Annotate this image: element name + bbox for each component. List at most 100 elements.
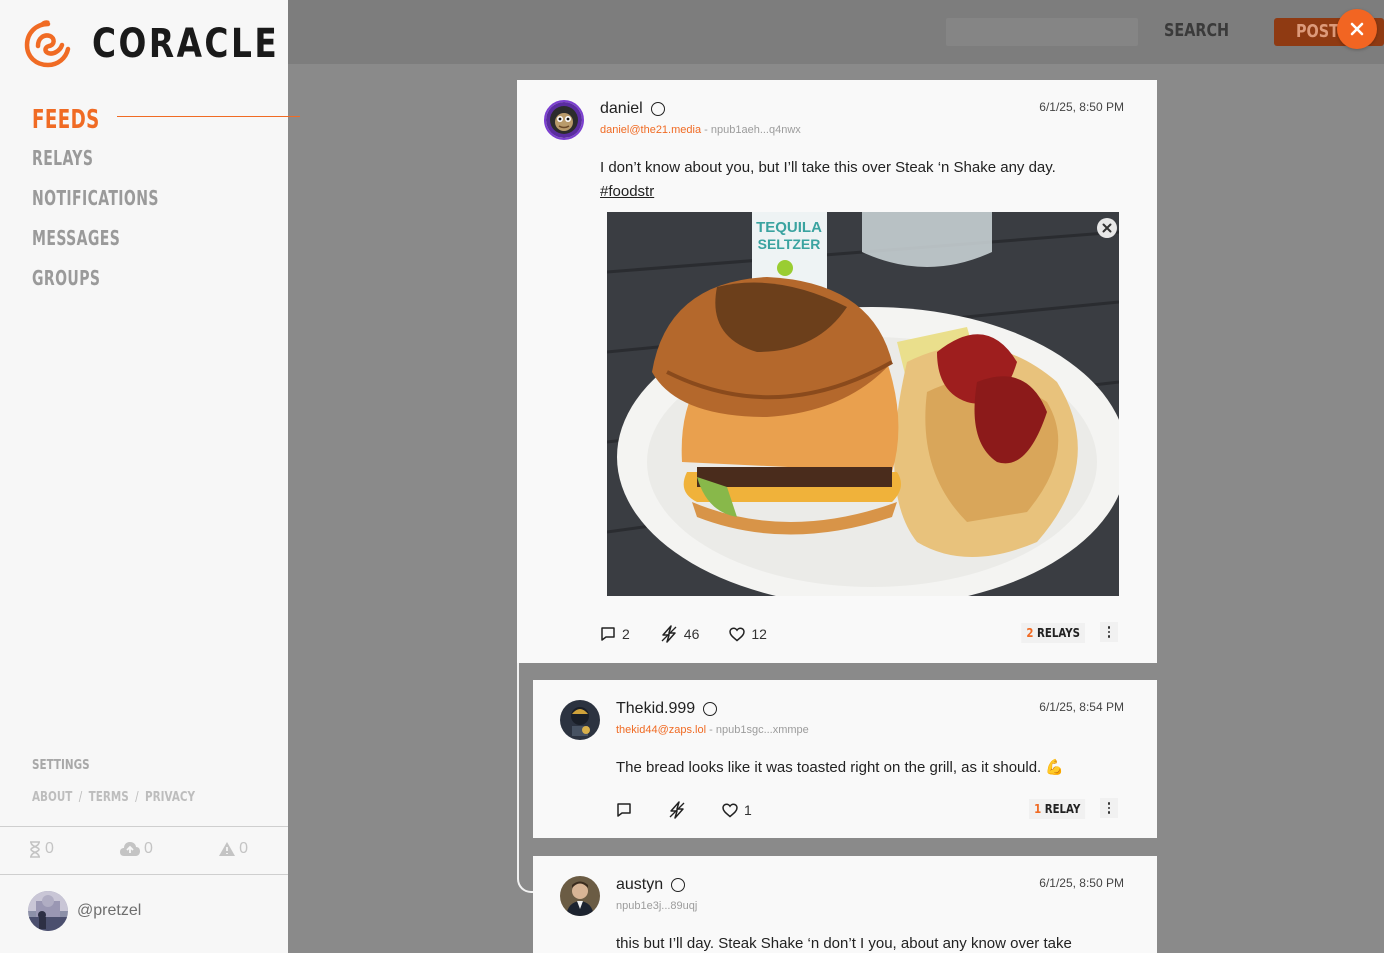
heart-icon — [729, 626, 746, 641]
npub[interactable]: npub1aeh...q4nwx — [711, 124, 801, 136]
like-button[interactable]: 1 — [722, 802, 752, 818]
note-timestamp[interactable]: 6/1/25, 8:50 PM — [1039, 876, 1124, 890]
npub[interactable]: npub1e3j...89uqj — [616, 900, 697, 912]
sidebar: CORACLE FEEDS RELAYS NOTIFICATIONS MESSA… — [0, 0, 300, 953]
active-nav-underline — [117, 116, 300, 117]
pending-stat[interactable]: 0 — [28, 840, 54, 858]
note-timestamp[interactable]: 6/1/25, 8:50 PM — [1039, 100, 1124, 114]
npub[interactable]: npub1sgc...xmmpe — [716, 724, 809, 736]
about-link[interactable]: ABOUT — [32, 790, 72, 805]
author-avatar[interactable] — [560, 876, 600, 916]
note-text: The bread looks like it was toasted righ… — [616, 759, 1065, 776]
link-separator: / — [78, 790, 83, 805]
note-text: I don’t know about you, but I’ll take th… — [600, 159, 1056, 176]
note-image[interactable]: TEQUILA SELTZER — [607, 212, 1119, 596]
author-name: Thekid.999 — [616, 700, 696, 717]
comment-icon — [601, 627, 615, 641]
id-separator: - — [709, 724, 716, 736]
terms-link[interactable]: TERMS — [89, 790, 129, 805]
nav-item-notifications[interactable]: NOTIFICATIONS — [32, 178, 159, 218]
close-button[interactable] — [1337, 9, 1377, 49]
nav-item-relays[interactable]: RELAYS — [32, 138, 159, 178]
note-header: Thekid.999 thekid44@zaps.lol - npub1sgc.… — [560, 700, 809, 740]
note-card[interactable]: Thekid.999 thekid44@zaps.lol - npub1sgc.… — [533, 680, 1157, 838]
settings-link[interactable]: SETTINGS — [32, 758, 90, 773]
remove-image-button[interactable] — [1097, 218, 1117, 238]
like-count: 12 — [751, 626, 767, 642]
zap-button[interactable] — [668, 801, 692, 819]
publish-count: 0 — [144, 840, 153, 857]
sidebar-divider — [0, 826, 288, 827]
like-button[interactable]: 12 — [729, 626, 767, 642]
author-name-row[interactable]: austyn — [616, 876, 697, 894]
can-label-1: TEQUILA — [756, 219, 822, 236]
follow-status-icon — [703, 702, 718, 716]
search-button[interactable]: SEARCH — [1164, 20, 1229, 41]
status-stats: 0 0 0 — [28, 840, 268, 858]
nip05-address[interactable]: thekid44@zaps.lol — [616, 724, 706, 736]
error-count: 0 — [239, 840, 248, 857]
nav-item-messages[interactable]: MESSAGES — [32, 218, 159, 258]
follow-status-icon — [650, 102, 665, 116]
privacy-link[interactable]: PRIVACY — [145, 790, 195, 805]
publish-stat[interactable]: 0 — [119, 840, 153, 858]
follow-status-icon — [671, 878, 686, 892]
nip05-address[interactable]: daniel@the21.media — [600, 124, 701, 136]
note-card[interactable]: daniel daniel@the21.media - npub1aeh...q… — [517, 80, 1157, 663]
coracle-logo-icon — [24, 20, 71, 68]
thread-connector — [517, 663, 533, 893]
zap-button[interactable]: 46 — [660, 625, 700, 643]
author-name: austyn — [616, 876, 664, 893]
hashtag-link[interactable]: #foodstr — [600, 183, 654, 200]
note-text: this but I’ll day. Steak Shake ‘n don’t … — [616, 935, 1072, 952]
pending-count: 0 — [45, 840, 54, 857]
author-name-row[interactable]: Thekid.999 — [616, 700, 809, 718]
user-profile[interactable]: @pretzel — [28, 891, 141, 931]
close-icon — [1102, 223, 1112, 233]
zap-count: 46 — [683, 626, 700, 642]
warning-icon — [219, 842, 236, 856]
relay-count: 2 — [1026, 626, 1034, 640]
burger-photo: TEQUILA SELTZER — [607, 212, 1119, 596]
author-avatar[interactable] — [544, 100, 584, 140]
relays-badge[interactable]: 1 RELAY — [1028, 799, 1085, 819]
note-card[interactable]: austyn npub1e3j...89uqj 6/1/25, 8:50 PM … — [533, 856, 1157, 953]
more-options-button[interactable] — [1100, 622, 1118, 642]
relay-count: 1 — [1033, 802, 1041, 816]
sidebar-divider — [0, 874, 288, 875]
note-timestamp[interactable]: 6/1/25, 8:54 PM — [1039, 700, 1124, 714]
legal-links: ABOUT / TERMS / PRIVACY — [32, 790, 195, 805]
error-stat[interactable]: 0 — [218, 840, 248, 858]
reply-button[interactable]: 2 — [600, 626, 630, 642]
author-info: daniel daniel@the21.media - npub1aeh...q… — [600, 100, 801, 136]
more-options-button[interactable] — [1100, 798, 1118, 818]
comment-icon — [617, 803, 631, 817]
brand-name: CORACLE — [92, 21, 280, 67]
user-avatar — [28, 891, 68, 931]
author-identifiers: daniel@the21.media - npub1aeh...q4nwx — [600, 124, 801, 136]
hourglass-icon — [30, 840, 40, 858]
note-content: I don’t know about you, but I’ll take th… — [600, 156, 1120, 204]
link-separator: / — [135, 790, 139, 805]
user-handle: @pretzel — [77, 902, 142, 919]
author-identifiers: thekid44@zaps.lol - npub1sgc...xmmpe — [616, 724, 809, 736]
top-bar: SEARCH POST + — [288, 0, 1384, 64]
author-avatar[interactable] — [560, 700, 600, 740]
author-name-row[interactable]: daniel — [600, 100, 801, 118]
nav-item-groups[interactable]: GROUPS — [32, 258, 159, 298]
search-input[interactable] — [946, 18, 1138, 46]
logo[interactable]: CORACLE — [22, 18, 320, 70]
zap-icon — [661, 625, 677, 643]
reply-count: 2 — [622, 626, 630, 642]
main-nav: FEEDS RELAYS NOTIFICATIONS MESSAGES GROU… — [32, 102, 195, 298]
nav-item-feeds[interactable]: FEEDS — [32, 102, 159, 138]
relays-badge[interactable]: 2 RELAYS — [1021, 623, 1085, 643]
reply-button[interactable] — [616, 802, 638, 818]
relay-label: RELAY — [1044, 802, 1080, 816]
note-actions: 2 46 12 — [600, 625, 767, 643]
note-header: austyn npub1e3j...89uqj — [560, 876, 697, 916]
id-separator: - — [704, 124, 711, 136]
author-info: austyn npub1e3j...89uqj — [616, 876, 697, 912]
settings-link-wrap: SETTINGS — [32, 758, 104, 773]
author-name: daniel — [600, 100, 643, 117]
